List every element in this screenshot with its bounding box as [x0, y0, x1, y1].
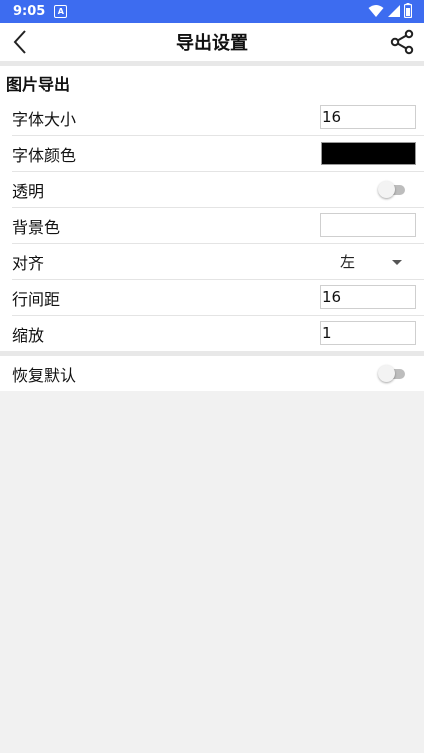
zoom-input[interactable]: 1 [320, 321, 416, 345]
align-label: 对齐 [12, 253, 45, 273]
toggle-thumb [378, 365, 395, 382]
font-color-row: 字体颜色 [12, 136, 424, 172]
share-icon [390, 29, 414, 55]
transparent-toggle[interactable] [378, 181, 406, 198]
background-color-label: 背景色 [12, 217, 61, 237]
align-row: 对齐 左 [12, 244, 424, 280]
reset-row: 恢复默认 [12, 356, 424, 391]
align-value: 左 [340, 253, 356, 271]
section-header: 图片导出 [6, 75, 71, 94]
line-spacing-row: 行间距 16 [12, 280, 424, 316]
transparent-row: 透明 [12, 172, 424, 208]
chevron-left-icon [13, 30, 26, 54]
reset-card: 恢复默认 [0, 356, 424, 391]
battery-icon [404, 3, 412, 18]
status-time: 9:05 [13, 4, 46, 19]
font-color-label: 字体颜色 [12, 145, 77, 165]
font-color-swatch[interactable] [321, 142, 416, 165]
status-icons [368, 3, 412, 18]
zoom-label: 缩放 [12, 325, 45, 345]
zoom-row: 缩放 1 [12, 316, 424, 351]
settings-card: 图片导出 字体大小 16 字体颜色 透明 背景色 对齐 左 行间距 16 缩放 … [0, 66, 424, 391]
line-spacing-input[interactable]: 16 [320, 285, 416, 309]
line-spacing-label: 行间距 [12, 289, 61, 309]
status-bar: 9:05 A [0, 0, 424, 23]
wifi-icon [368, 4, 384, 17]
reset-label: 恢复默认 [12, 365, 77, 385]
page-title: 导出设置 [176, 33, 248, 54]
font-size-row: 字体大小 16 [12, 100, 424, 136]
toggle-thumb [378, 181, 395, 198]
font-size-label: 字体大小 [12, 109, 77, 129]
reset-toggle[interactable] [378, 365, 406, 382]
dropdown-arrow-icon [392, 260, 402, 265]
notification-icon: A [54, 5, 68, 18]
font-size-input[interactable]: 16 [320, 105, 416, 129]
back-button[interactable] [6, 26, 36, 58]
transparent-label: 透明 [12, 181, 45, 201]
app-bar: 导出设置 [0, 23, 424, 61]
align-select[interactable]: 左 [332, 244, 410, 279]
background-color-row: 背景色 [12, 208, 424, 244]
background-color-swatch[interactable] [320, 213, 416, 237]
share-button[interactable] [386, 26, 418, 58]
signal-icon [388, 4, 400, 17]
